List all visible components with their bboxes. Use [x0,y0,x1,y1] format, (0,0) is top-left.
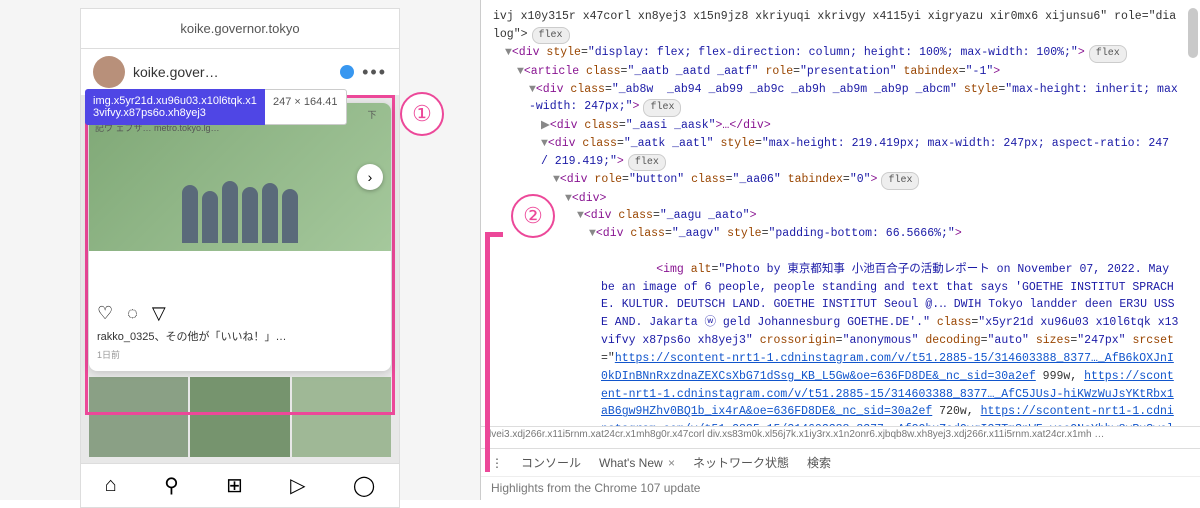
annotation-badge-2: ② [511,194,555,238]
dom-node[interactable]: ▼<div style="display: flex; flex-directi… [493,44,1180,63]
thumbnail[interactable] [292,377,391,457]
flex-badge[interactable]: flex [532,27,570,45]
share-icon[interactable]: ▽ [152,303,166,324]
tab-console[interactable]: コンソール [521,454,581,471]
like-icon[interactable]: ♡ [97,303,113,324]
avatar[interactable] [93,56,125,88]
tooltip-dimensions: 247 × 164.41 [265,89,347,125]
header-username: koike.governor.tokyo [180,21,299,36]
bottom-nav: ⌂ ⚲ ⊞ ▷ ◯ [81,463,399,507]
dom-node[interactable]: ▼<div class="_aatk _aatl" style="max-hei… [493,135,1180,171]
dom-node[interactable]: ▶<div class="_aasi _aask">…</div> [493,117,1180,135]
scrollbar[interactable] [1188,8,1198,408]
tab-whats-new[interactable]: What's New × [599,456,675,470]
whats-new-headline: Highlights from the Chrome 107 update [481,476,1200,500]
thumbnail-row [89,377,391,457]
devtools-elements-panel: ② ivj x10y315r x47corl xn8yej3 x15n9jz8 … [480,0,1200,500]
comment-icon[interactable]: ◌ [127,303,138,324]
dom-node[interactable]: ▼<article class="_aatb _aatd _aatf" role… [493,63,1180,81]
action-row: ♡ ◌ ▽ [89,293,391,328]
dom-node[interactable]: ▼<div class="_aagv" style="padding-botto… [493,225,1180,243]
post-card: 東京都… 小池知事 の活動… 下記ウ ェブサ… metro.tokyo.lg… … [89,103,391,371]
reels-icon[interactable]: ▷ [290,473,305,498]
drawer-tabs: ⋮ コンソール What's New × ネットワーク状態 検索 [481,448,1200,476]
home-icon[interactable]: ⌂ [105,474,117,497]
close-icon[interactable]: × [665,456,675,470]
inspector-tooltip: img.x5yr21d.xu96u03.x10l6tqk.x13vifvy.x8… [85,89,347,125]
modal-header: koike.governor.tokyo ✕ [81,9,399,49]
thumbnail[interactable] [190,377,289,457]
dom-node[interactable]: ▼<div role="button" class="_aa06" tabind… [493,171,1180,190]
dom-node[interactable]: ▼<div class="_ab8w _ab94 _ab99 _ab9c _ab… [493,81,1180,117]
breadcrumb[interactable]: lvei3.xdj266r.x11i5rnm.xat24cr.x1mh8g0r.… [481,426,1200,448]
tooltip-selector: img.x5yr21d.xu96u03.x10l6tqk.x13vifvy.x8… [85,89,265,125]
add-icon[interactable]: ⊞ [226,473,243,498]
close-icon[interactable]: ✕ [369,19,389,39]
timestamp: 1日前 [89,344,391,371]
page-preview-pane: koike.governor.tokyo ✕ koike.gover… ••• … [0,0,480,500]
post-image[interactable]: 東京都… 小池知事 の活動… 下記ウ ェブサ… metro.tokyo.lg… … [89,103,391,251]
tab-network-conditions[interactable]: ネットワーク状態 [693,454,789,471]
post-card-area: img.x5yr21d.xu96u03.x10l6tqk.x13vifvy.x8… [81,95,399,465]
devtools-screenshot: koike.governor.tokyo ✕ koike.gover… ••• … [0,0,1200,500]
username-label: koike.gover… [133,64,332,80]
verified-badge-icon [340,65,354,79]
next-arrow-icon[interactable]: › [357,164,383,190]
tab-search[interactable]: 検索 [807,454,831,471]
phone-frame: koike.governor.tokyo ✕ koike.gover… ••• … [80,8,400,508]
dom-node[interactable]: ivj x10y315r x47corl xn8yej3 x15n9jz8 xk… [493,8,1180,44]
dom-node[interactable]: ▼<div> [493,190,1180,208]
annotation-badge-1: ① [400,92,444,136]
more-icon[interactable]: ••• [362,62,387,83]
annotation-corner-2 [485,232,503,472]
dom-tree[interactable]: ivj x10y315r x47corl xn8yej3 x15n9jz8 xk… [481,0,1200,426]
dom-node-img[interactable]: <img alt="Photo by 東京都知事 小池百合子の活動レポート on… [493,243,1180,426]
likes-text[interactable]: rakko_0325、その他が「いいね！」… [89,328,391,344]
search-icon[interactable]: ⚲ [164,473,179,498]
thumbnail[interactable] [89,377,188,457]
profile-icon[interactable]: ◯ [353,473,375,498]
dom-node[interactable]: ▼<div class="_aagu _aato"> [493,207,1180,225]
